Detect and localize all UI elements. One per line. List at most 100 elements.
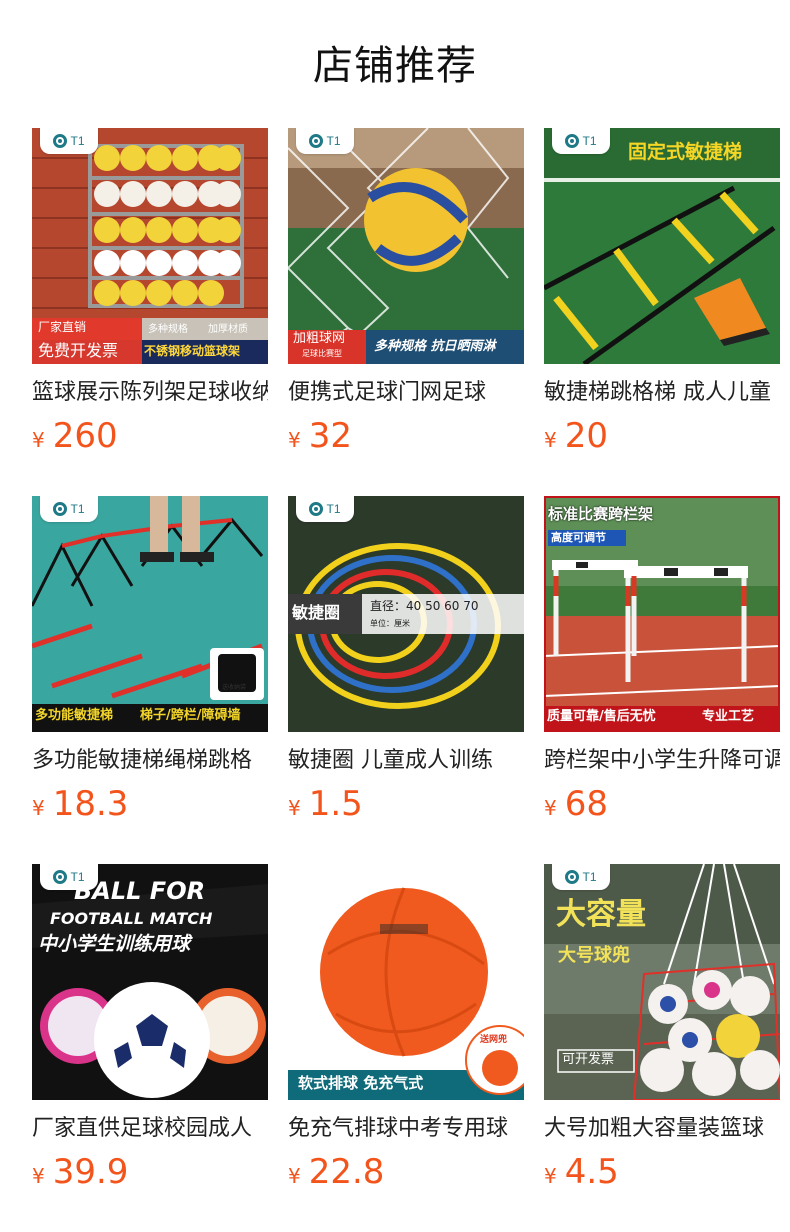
product-name[interactable]: 敏捷梯跳格梯 成人儿童 [544,378,780,408]
product-name[interactable]: 便携式足球门网足球 [288,378,524,408]
product-name[interactable]: 厂家直供足球校园成人 [32,1114,268,1144]
product-image[interactable]: T1 送收纳袋 多功能敏捷梯 梯子/跨栏/障碍墙 [32,496,268,732]
image-badge: 敏捷圈 [292,603,341,622]
brand-logo: T1 [40,496,98,522]
image-badge: 可开发票 [562,1052,615,1067]
product-image[interactable]: 软式排球 免充气式 送网兜 [288,864,524,1100]
image-badge: 送网兜 [480,1035,508,1045]
currency-symbol: ¥ [544,796,557,820]
image-badge: 高度可调节 [551,531,606,544]
brand-logo: T1 [40,128,98,154]
price-value: 260 [52,416,118,456]
product-price: ¥ 1.5 [288,784,524,824]
currency-symbol: ¥ [32,1164,45,1188]
product-grid: T1 厂家直销 免费开发票 多种规格 加厚材质 不锈钢移动篮球架 篮球展示陈列架… [32,128,780,1232]
product-name[interactable]: 篮球展示陈列架足球收纳 [32,378,268,408]
product-card[interactable]: T1 加粗球网 足球比赛型 多种规格 抗日晒雨淋 便携式足球门网足球 ¥ 32 [288,128,524,496]
image-badge: 免费开发票 [38,341,119,360]
product-card[interactable]: T1 固定式敏捷梯 敏捷梯跳格梯 成人儿童 ¥ 20 [544,128,780,496]
product-image[interactable]: 标准比赛跨栏架 高度可调节 质量可靠/售后无忧 专业工艺 [544,496,780,732]
brand-logo-icon [53,502,68,516]
price-value: 32 [308,416,352,456]
currency-symbol: ¥ [544,428,557,452]
brand-logo-text: T1 [582,870,597,884]
image-badge: 多功能敏捷梯 [35,708,114,723]
product-card[interactable]: T1 敏捷圈 直径：40 50 60 70 单位：厘米 敏捷圈 儿童成人训练 ¥… [288,496,524,864]
product-card[interactable]: T1 送收纳袋 多功能敏捷梯 梯子/跨栏/障碍墙 多功能敏捷梯绳梯跳格 ¥ 18… [32,496,268,864]
brand-logo-icon [565,870,580,884]
image-badge: 质量可靠/售后无忧 [547,709,656,724]
image-badge: 加厚材质 [208,324,248,335]
image-badge: 直径：40 50 60 70 [370,599,479,613]
product-price: ¥ 20 [544,416,780,456]
product-image[interactable]: T1 加粗球网 足球比赛型 多种规格 抗日晒雨淋 [288,128,524,364]
brand-logo-text: T1 [70,134,85,148]
product-card[interactable]: 标准比赛跨栏架 高度可调节 质量可靠/售后无忧 专业工艺 跨栏架中小学生升降可调… [544,496,780,864]
price-value: 22.8 [308,1152,385,1192]
page-title: 店铺推荐 [313,43,477,89]
image-badge: FOOTBALL MATCH [50,909,213,928]
brand-logo-icon [309,134,324,148]
product-image[interactable]: T1 厂家直销 免费开发票 多种规格 加厚材质 不锈钢移动篮球架 [32,128,268,364]
currency-symbol: ¥ [288,796,301,820]
image-badge: 足球比赛型 [302,349,342,358]
brand-logo-icon [53,134,68,148]
image-badge: BALL FOR [74,877,206,905]
brand-logo-text: T1 [326,502,341,516]
brand-logo-text: T1 [582,134,597,148]
product-price: ¥ 68 [544,784,780,824]
currency-symbol: ¥ [544,1164,557,1188]
product-image[interactable]: T1 敏捷圈 直径：40 50 60 70 单位：厘米 [288,496,524,732]
brand-logo-icon [309,502,324,516]
currency-symbol: ¥ [288,428,301,452]
brand-logo: T1 [296,496,354,522]
product-card[interactable]: T1 大容量 大号球兜 可开发票 大号加粗大容量装篮球 ¥ 4.5 [544,864,780,1232]
image-badge: 厂家直销 [38,320,87,334]
brand-logo-icon [53,870,68,884]
image-badge: 多种规格 抗日晒雨淋 [374,339,496,354]
product-image[interactable]: T1 大容量 大号球兜 可开发票 [544,864,780,1100]
brand-logo-text: T1 [326,134,341,148]
product-price: ¥ 260 [32,416,268,456]
currency-symbol: ¥ [32,428,45,452]
product-name[interactable]: 敏捷圈 儿童成人训练 [288,746,524,776]
brand-logo-text: T1 [70,502,85,516]
image-badge: 固定式敏捷梯 [628,141,743,163]
product-card[interactable]: T1 厂家直销 免费开发票 多种规格 加厚材质 不锈钢移动篮球架 篮球展示陈列架… [32,128,268,496]
price-value: 1.5 [308,784,363,824]
price-value: 20 [564,416,608,456]
product-card[interactable]: 软式排球 免充气式 送网兜 免充气排球中考专用球 ¥ 22.8 [288,864,524,1232]
product-price: ¥ 32 [288,416,524,456]
image-badge: 大容量 [556,897,646,932]
product-card[interactable]: T1 BALL FOR FOOTBALL MATCH 中小学生训练用球 厂家直供… [32,864,268,1232]
price-value: 18.3 [52,784,129,824]
product-name[interactable]: 多功能敏捷梯绳梯跳格 [32,746,268,776]
price-value: 4.5 [564,1152,619,1192]
product-price: ¥ 39.9 [32,1152,268,1192]
image-badge: 专业工艺 [702,709,755,724]
product-name[interactable]: 免充气排球中考专用球 [288,1114,524,1144]
product-image[interactable]: T1 BALL FOR FOOTBALL MATCH 中小学生训练用球 [32,864,268,1100]
image-badge: 加粗球网 [293,331,346,346]
product-image[interactable]: T1 固定式敏捷梯 [544,128,780,364]
image-badge: 标准比赛跨栏架 [548,505,654,523]
image-badge: 大号球兜 [558,945,630,966]
image-badge: 单位：厘米 [370,619,410,628]
image-badge: 多种规格 [148,324,188,335]
product-name[interactable]: 大号加粗大容量装篮球 [544,1114,780,1144]
product-price: ¥ 18.3 [32,784,268,824]
brand-logo: T1 [552,128,610,154]
currency-symbol: ¥ [288,1164,301,1188]
brand-logo: T1 [296,128,354,154]
product-name[interactable]: 跨栏架中小学生升降可调 [544,746,780,776]
brand-logo: T1 [552,864,610,890]
product-price: ¥ 4.5 [544,1152,780,1192]
price-value: 68 [564,784,608,824]
currency-symbol: ¥ [32,796,45,820]
price-value: 39.9 [52,1152,129,1192]
image-badge: 中小学生训练用球 [38,933,191,955]
image-badge: 软式排球 免充气式 [298,1074,424,1092]
brand-logo-icon [565,134,580,148]
image-badge: 不锈钢移动篮球架 [144,344,241,358]
product-price: ¥ 22.8 [288,1152,524,1192]
